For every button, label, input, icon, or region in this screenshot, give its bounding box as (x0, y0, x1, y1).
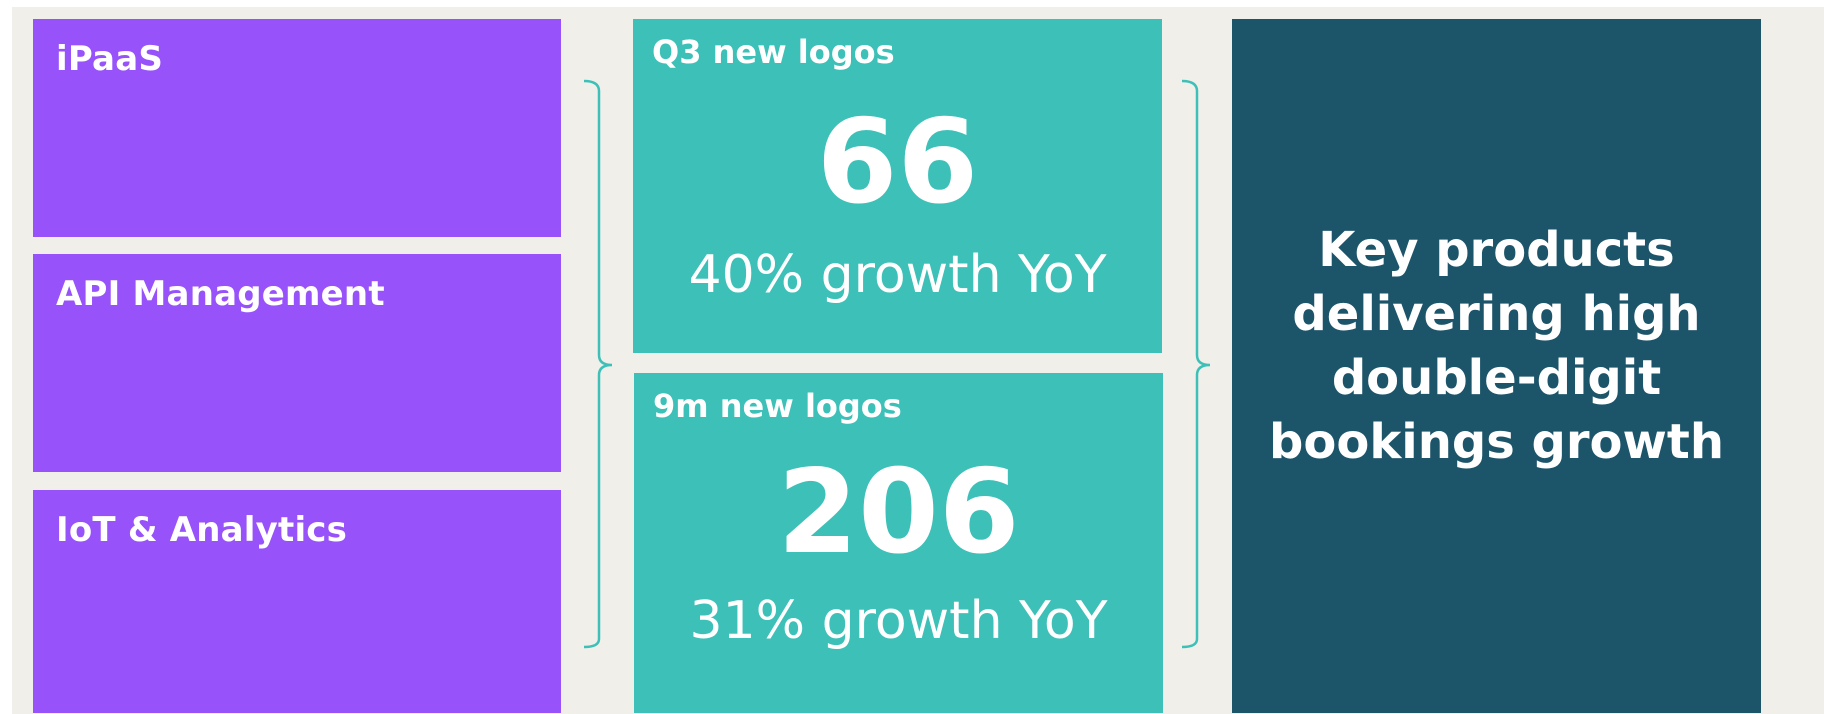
metric-value-9m: 206 (777, 445, 1020, 580)
product-box-api-management: API Management (33, 254, 561, 472)
metric-title-9m: 9m new logos (653, 387, 902, 425)
right-brace (1181, 79, 1211, 649)
product-box-ipaas: iPaaS (33, 19, 561, 237)
left-brace (583, 79, 613, 649)
metric-growth-q3: 40% growth YoY (688, 245, 1107, 305)
metric-title-q3: Q3 new logos (652, 33, 895, 71)
metric-growth-9m: 31% growth YoY (689, 591, 1108, 651)
product-label-api-management: API Management (56, 274, 385, 314)
diagram-canvas: iPaaS API Management IoT & Analytics Q3 … (12, 7, 1824, 714)
product-label-iot-analytics: IoT & Analytics (56, 510, 348, 550)
summary-box: Key products delivering high double-digi… (1232, 19, 1761, 713)
product-box-iot-analytics: IoT & Analytics (33, 490, 561, 713)
product-label-ipaas: iPaaS (56, 39, 164, 79)
metric-value-q3: 66 (816, 95, 979, 230)
metric-box-9m: 9m new logos 206 31% growth YoY (634, 373, 1163, 713)
metric-box-q3: Q3 new logos 66 40% growth YoY (633, 19, 1162, 353)
summary-text: Key products delivering high double-digi… (1269, 222, 1724, 470)
